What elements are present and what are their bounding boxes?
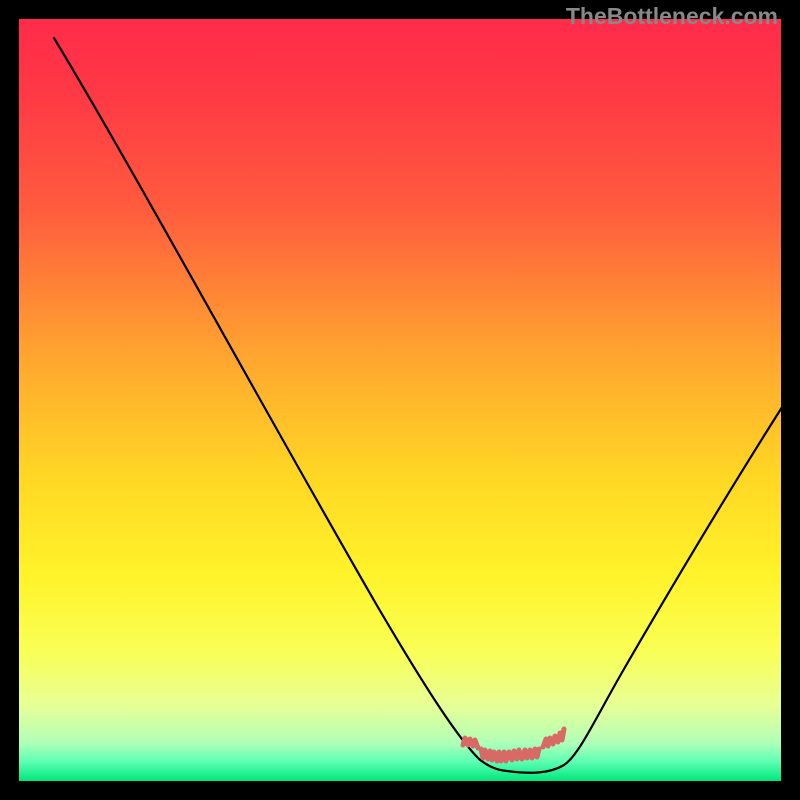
chart-frame	[19, 19, 781, 781]
bottleneck-chart	[19, 19, 781, 781]
watermark-text: TheBottleneck.com	[566, 3, 778, 30]
gradient-background	[19, 19, 781, 781]
